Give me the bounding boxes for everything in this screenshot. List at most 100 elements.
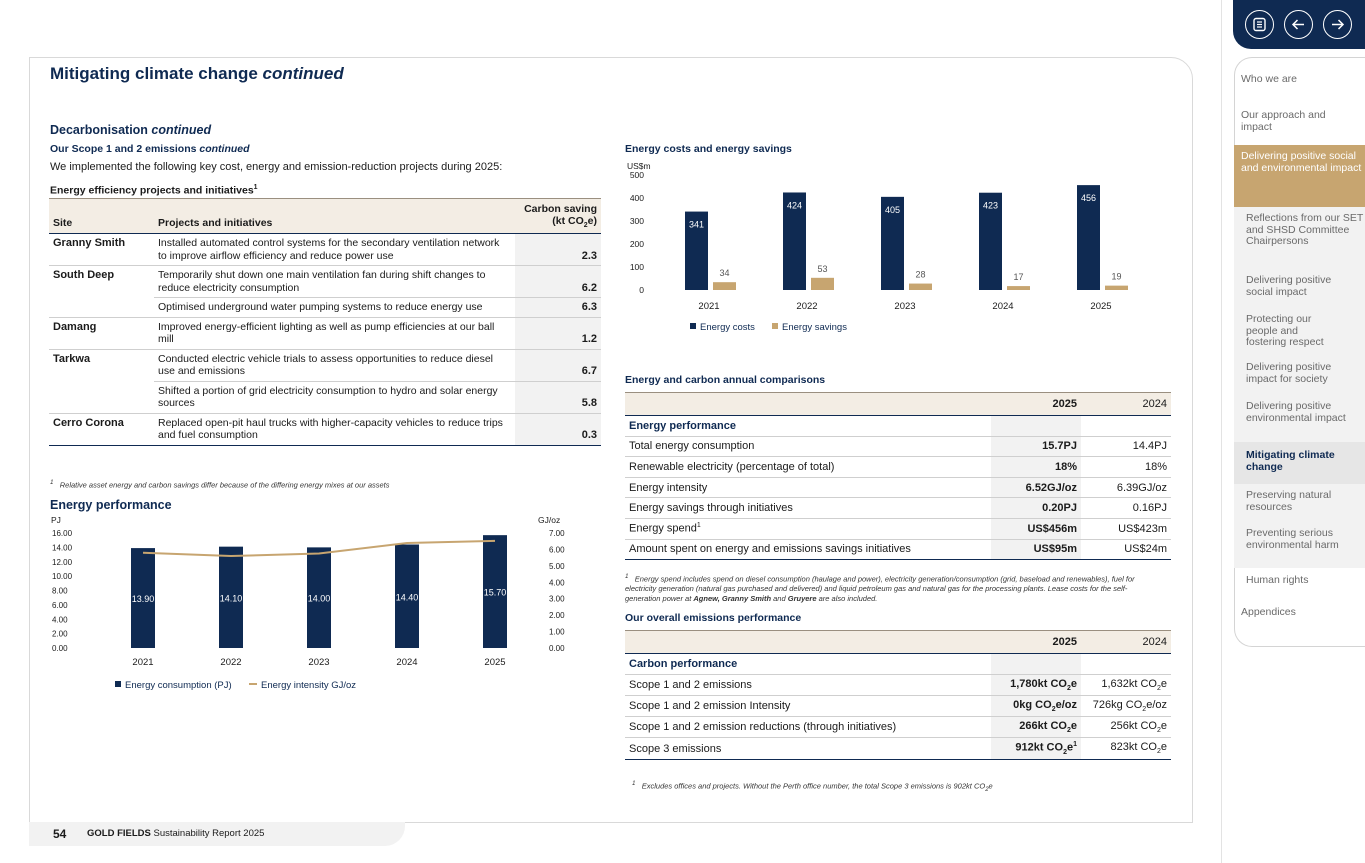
table-row: South Deep Temporarily shut down one main… — [49, 265, 601, 298]
y-tick-label: 12.00 — [52, 558, 73, 567]
table-row: Scope 1 and 2 emission Intensity 0kg CO2e… — [625, 695, 1171, 717]
value-2024: US$24m — [1081, 539, 1171, 561]
x-tick-label: 2025 — [1090, 301, 1111, 312]
y-tick-label: 500 — [630, 170, 644, 180]
x-tick-label: 2023 — [308, 657, 329, 668]
y2-tick-label: 1.00 — [549, 628, 565, 637]
intro-text: We implemented the following key cost, e… — [50, 161, 503, 173]
value-2025: 18% — [991, 456, 1081, 478]
y-tick-label: 400 — [630, 193, 644, 203]
table-row: Cerro Corona Replaced open-pit haul truck… — [49, 412, 601, 446]
sidebar-item-natural-resources[interactable]: Preserving natural resources — [1234, 484, 1365, 524]
y-tick-label: 4.00 — [52, 615, 68, 624]
bar-data-label: 405 — [885, 205, 900, 215]
row-label: Renewable electricity (percentage of tot… — [625, 456, 991, 478]
sidebar-item-delivering-impact[interactable]: Delivering positive social and environme… — [1234, 145, 1365, 207]
row-label: Scope 1 and 2 emission reductions (throu… — [625, 716, 991, 739]
carbon-saving-cell: 6.2 — [515, 265, 601, 298]
value-2024: 14.4PJ — [1081, 436, 1171, 458]
sidebar-item-appendices[interactable]: Appendices — [1234, 606, 1365, 619]
row-label: Energy intensity — [625, 477, 991, 499]
col-2025: 2025 — [991, 630, 1081, 654]
bar-energy-savings — [1105, 285, 1128, 290]
project-cell: Shifted a portion of grid electricity co… — [154, 380, 515, 414]
value-2025: US$95m — [991, 539, 1081, 561]
sidebar-item-protecting-people[interactable]: Protecting our people and fostering resp… — [1234, 308, 1365, 356]
sidebar-item-environmental-harm[interactable]: Preventing serious environmental harm — [1234, 524, 1365, 568]
report-name: GOLD FIELDS Sustainability Report 2025 — [87, 828, 265, 839]
value-2024: US$423m — [1081, 518, 1171, 540]
value-2024: 1,632kt CO2e — [1081, 674, 1171, 696]
value-2025: US$456m — [991, 518, 1081, 540]
value-2024: 823kt CO2e — [1081, 737, 1171, 760]
table-row: Optimised underground water pumping syst… — [49, 297, 601, 318]
arrow-right-icon[interactable] — [1323, 10, 1352, 39]
bar-data-label: 15.70 — [484, 588, 507, 598]
bar-data-label: 13.90 — [132, 594, 155, 604]
bar-data-label: 19 — [1111, 272, 1121, 282]
project-cell: Optimised underground water pumping syst… — [154, 297, 515, 318]
y2-axis-label: GJ/oz — [538, 515, 560, 525]
row-label: Energy savings through initiatives — [625, 497, 991, 519]
sidebar-item-approach[interactable]: Our approach and impact — [1234, 109, 1344, 133]
carbon-saving-cell: 6.7 — [515, 348, 601, 382]
project-cell: Replaced open-pit haul trucks with highe… — [154, 412, 515, 446]
bar-energy-savings — [713, 282, 736, 290]
table-row: Amount spent on energy and emissions sav… — [625, 539, 1171, 561]
row-label: Scope 1 and 2 emissions — [625, 674, 991, 696]
table-row: Scope 1 and 2 emissions 1,780kt CO2e 1,632… — [625, 674, 1171, 696]
emissions-footnote: 1 Excludes offices and projects. Without… — [632, 780, 993, 793]
legend-swatch-consumption — [115, 681, 121, 687]
value-2025: 266kt CO2e — [991, 716, 1081, 739]
energy-performance-chart: PJ GJ/oz 0.00 2.00 4.00 6.00 8.00 10.00 12.00 14.… — [51, 515, 565, 691]
y-tick-label: 10.00 — [52, 572, 73, 581]
arrow-left-icon[interactable] — [1284, 10, 1313, 39]
y2-tick-label: 2.00 — [549, 611, 565, 620]
row-label: Total energy consumption — [625, 436, 991, 458]
y2-tick-label: 4.00 — [549, 578, 565, 587]
value-2024: 0.16PJ — [1081, 497, 1171, 519]
carbon-saving-cell: 6.3 — [515, 297, 601, 318]
page-number: 54 — [53, 827, 67, 841]
col-2024: 2024 — [1081, 630, 1171, 654]
value-2024: 256kt CO2e — [1081, 716, 1171, 739]
table-row: Damang Improved energy-efficient lighting… — [49, 316, 601, 350]
sidebar-item-reflections[interactable]: Reflections from our SET and SHSD Commit… — [1234, 207, 1365, 269]
sub-heading: Our Scope 1 and 2 emissions continued — [50, 143, 250, 155]
row-label: Energy spend1 — [625, 518, 991, 540]
bar-data-label: 14.10 — [220, 593, 243, 603]
nav-toolbar — [1233, 0, 1365, 49]
y-tick-label: 0.00 — [52, 644, 68, 653]
legend-label: Energy savings — [782, 322, 847, 333]
section-heading: Decarbonisation continued — [50, 123, 212, 137]
emissions-table: 2025 2024 Carbon performance Scope 1 and … — [625, 630, 1171, 760]
energy-costs-chart: US$m010020030040050034134202142453202240… — [627, 161, 1128, 333]
col-site: Site — [49, 197, 154, 235]
table-row: Total energy consumption 15.7PJ 14.4PJ — [625, 436, 1171, 458]
site-cell — [49, 298, 154, 318]
col-2025: 2025 — [991, 392, 1081, 416]
legend-swatch-costs — [690, 323, 696, 329]
site-cell: Damang — [49, 316, 154, 350]
page-title: Mitigating climate change continued — [50, 64, 344, 83]
sidebar-item-human-rights[interactable]: Human rights — [1234, 574, 1365, 587]
contents-icon[interactable] — [1245, 10, 1274, 39]
row-label: Amount spent on energy and emissions sav… — [625, 539, 991, 561]
y-tick-label: 2.00 — [52, 630, 68, 639]
bar-data-label: 17 — [1013, 272, 1023, 282]
sidebar-item-environmental-impact[interactable]: Delivering positive environmental impact — [1234, 396, 1365, 442]
project-cell: Improved energy-efficient lighting as we… — [154, 316, 515, 350]
sidebar-item-who-we-are[interactable]: Who we are — [1234, 73, 1365, 86]
sidebar-item-impact-society[interactable]: Delivering positive impact for society — [1234, 356, 1365, 396]
bar-data-label: 14.40 — [396, 592, 419, 602]
sidebar-item-social-impact[interactable]: Delivering positive social impact — [1234, 269, 1365, 308]
y-tick-label: 200 — [630, 239, 644, 249]
sidebar-item-mitigating-climate[interactable]: Mitigating climate change — [1234, 442, 1365, 484]
y2-tick-label: 7.00 — [549, 529, 565, 538]
y-tick-label: 6.00 — [52, 601, 68, 610]
value-2024: 18% — [1081, 456, 1171, 478]
section-label: Energy performance — [625, 415, 991, 437]
x-tick-label: 2021 — [132, 657, 153, 668]
y-tick-label: 300 — [630, 216, 644, 226]
row-label: Scope 3 emissions — [625, 737, 991, 760]
